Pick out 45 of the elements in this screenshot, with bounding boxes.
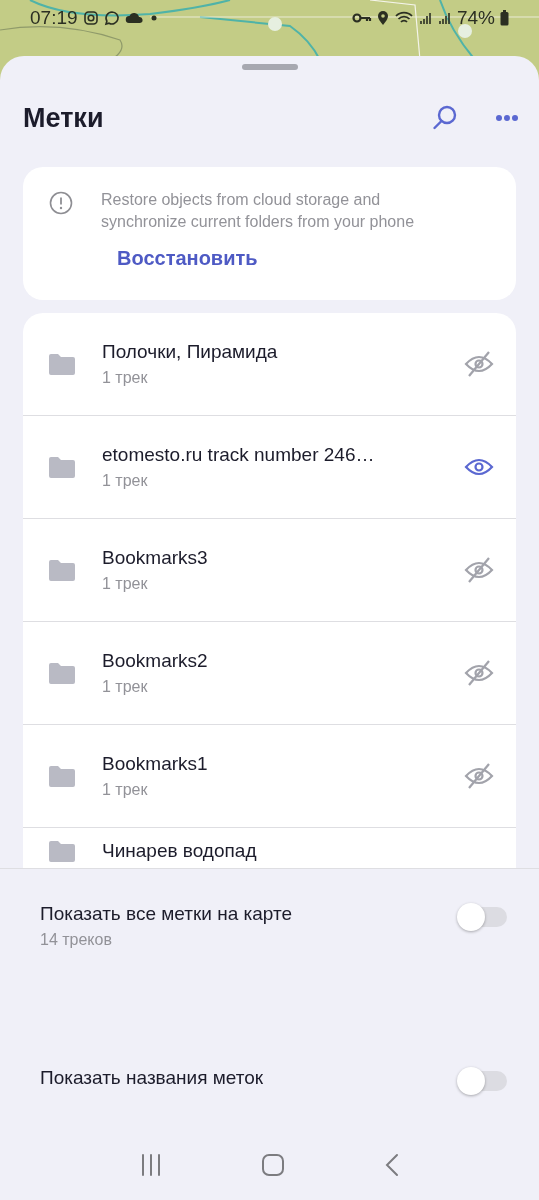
track-count: 1 трек: [102, 781, 149, 799]
camera-icon: [82, 10, 99, 26]
search-icon[interactable]: [431, 104, 459, 132]
folder-icon: [49, 353, 75, 375]
list-name[interactable]: Bookmarks3: [102, 547, 464, 569]
folder-icon: [49, 662, 75, 684]
eye-off-icon[interactable]: [464, 763, 494, 789]
home-icon[interactable]: [261, 1153, 286, 1177]
info-icon: [49, 191, 73, 215]
restore-button[interactable]: Восстановить: [117, 247, 258, 270]
setting-label: Показать названия меток: [40, 1067, 265, 1089]
drag-handle[interactable]: [241, 64, 298, 70]
back-icon[interactable]: [383, 1153, 400, 1177]
setting-detail: 14 треков: [40, 931, 113, 949]
list-name[interactable]: Bookmarks1: [102, 753, 464, 775]
location-icon: [376, 10, 389, 26]
list-name[interactable]: etomesto.ru track number 246…: [102, 444, 464, 466]
setting-label: Показать все метки на карте: [40, 903, 294, 925]
track-count: 1 трек: [102, 369, 149, 387]
cloud-icon: [124, 11, 145, 25]
folder-icon: [49, 840, 75, 862]
track-count: 1 трек: [102, 575, 149, 593]
key-icon: [351, 12, 372, 24]
page-title: Метки: [23, 102, 105, 134]
list-name[interactable]: Чинарев водопад: [102, 840, 494, 862]
status-time: 07:19: [30, 7, 78, 29]
folder-icon: [49, 765, 75, 787]
list-name[interactable]: Bookmarks2: [102, 650, 464, 672]
folder-icon: [49, 559, 75, 581]
sync-message: Restore objects from cloud storage and synchronize current folders from your phone: [101, 190, 416, 232]
list-name[interactable]: Полочки, Пирамида: [102, 341, 464, 363]
track-count: 1 трек: [102, 472, 149, 490]
chat-icon: [103, 10, 120, 26]
eye-off-icon[interactable]: [464, 660, 494, 686]
eye-off-icon[interactable]: [464, 557, 494, 583]
signal-icon: [418, 11, 433, 25]
eye-off-icon[interactable]: [464, 351, 494, 377]
eye-icon[interactable]: [464, 456, 494, 478]
battery-percent: 74%: [456, 7, 495, 29]
track-count: 1 трек: [102, 678, 149, 696]
dot-icon: [149, 14, 158, 22]
more-icon[interactable]: [495, 114, 519, 122]
folder-icon: [49, 456, 75, 478]
signal-icon: [437, 11, 452, 25]
battery-icon: [500, 10, 509, 26]
